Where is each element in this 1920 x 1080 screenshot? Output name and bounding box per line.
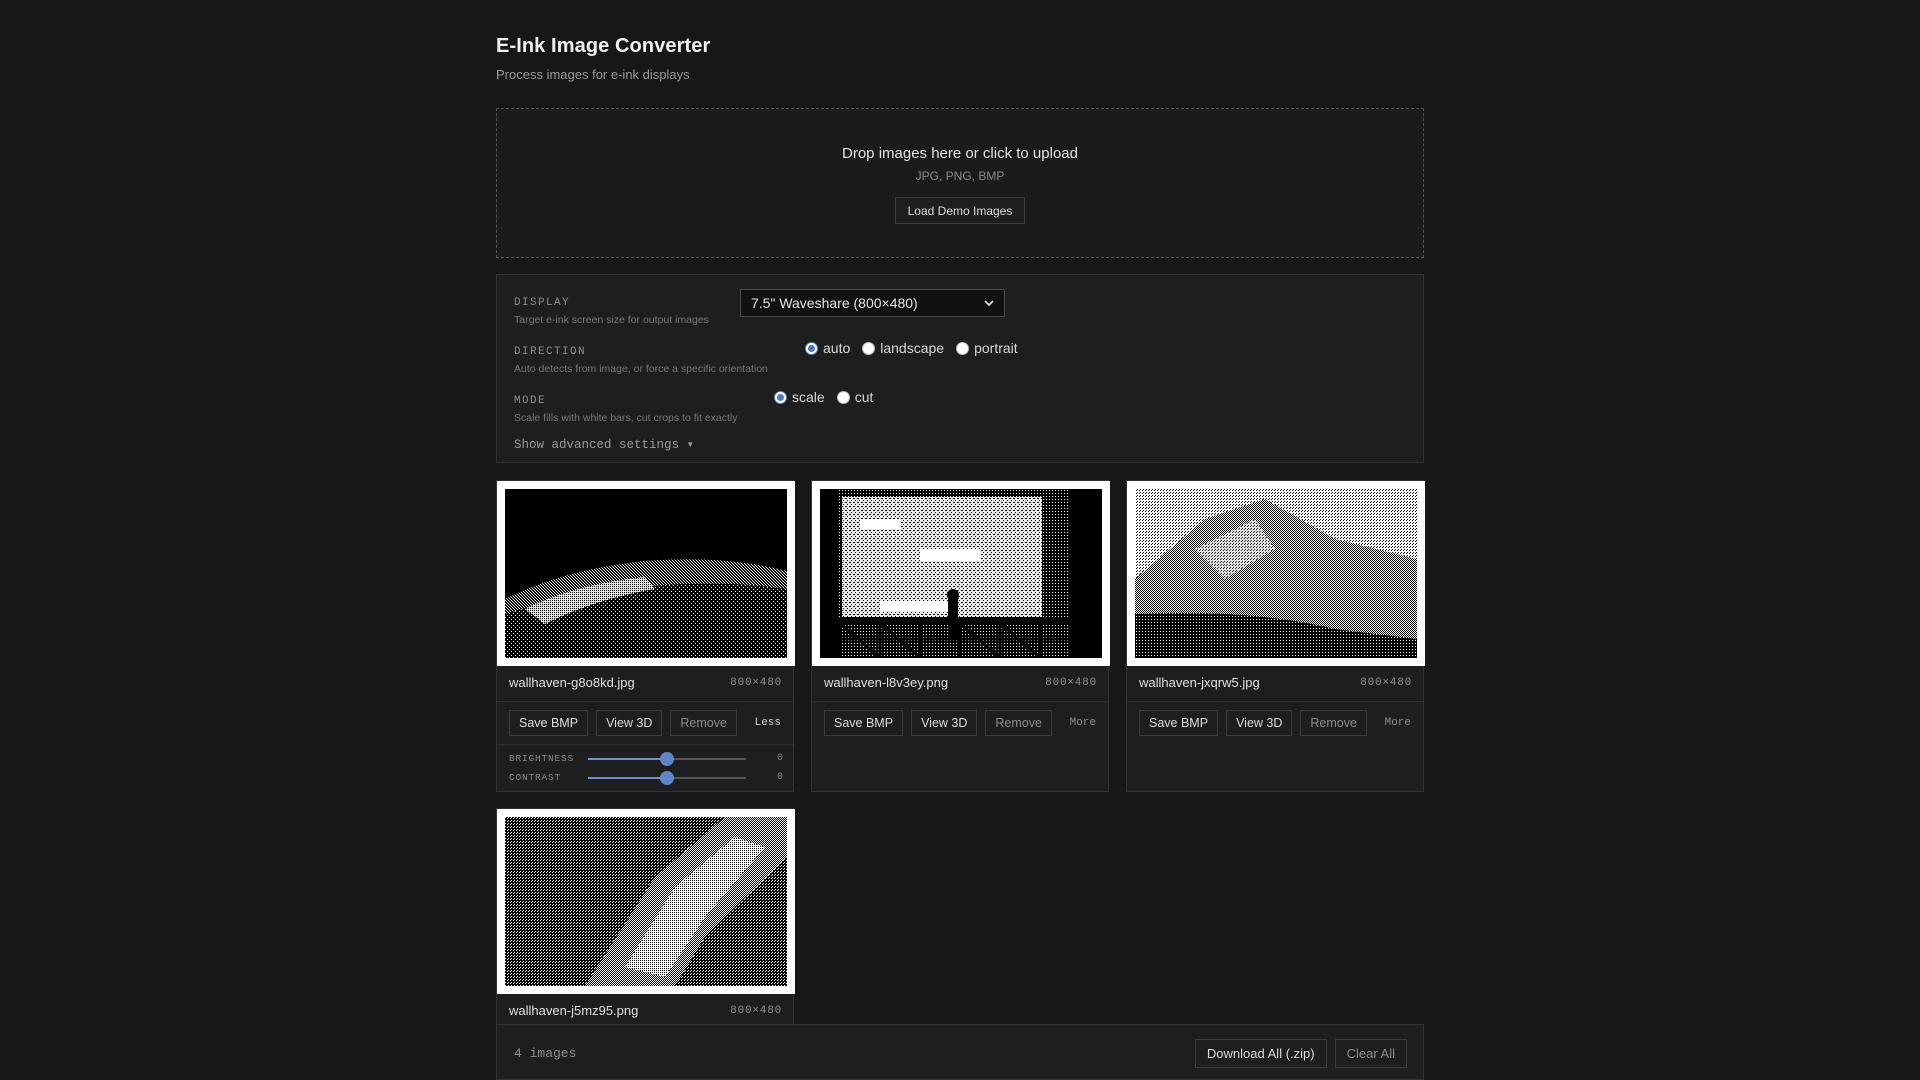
image-filename: wallhaven-l8v3ey.png [824,675,949,690]
direction-description: Auto detects from image, or force a spec… [514,363,768,375]
advanced-settings-toggle[interactable]: Show advanced settings ▾ [514,436,694,452]
image-dimensions: 800×480 [1360,677,1412,689]
image-card: wallhaven-l8v3ey.png 800×480 Save BMP Vi… [811,480,1110,792]
direction-radio-group: auto landscape portrait [805,340,1030,356]
divider [812,701,1108,702]
contrast-label: CONTRAST [509,772,562,783]
image-card: wallhaven-g8o8kd.jpg 800×480 Save BMP Vi… [496,480,795,792]
display-label: DISPLAY [514,297,571,309]
image-dimensions: 800×480 [730,1005,782,1017]
image-dimensions: 800×480 [730,677,782,689]
image-dimensions: 800×480 [1045,677,1097,689]
dropzone-title: Drop images here or click to upload [842,145,1078,162]
remove-button[interactable]: Remove [1300,710,1367,736]
image-card: wallhaven-jxqrw5.jpg 800×480 Save BMP Vi… [1126,480,1425,792]
radio-unchecked-icon [956,341,970,355]
divider [497,701,793,702]
mode-radio-group: scale cut [774,389,885,405]
contrast-slider-fill [588,777,667,779]
image-preview[interactable] [812,481,1110,666]
divider [1127,701,1423,702]
settings-panel: DISPLAY Target e-ink screen size for out… [496,274,1424,463]
image-count: 4 images [514,1046,577,1061]
image-filename: wallhaven-j5mz95.png [509,1003,639,1018]
brightness-slider-thumb[interactable] [660,752,674,766]
contrast-slider[interactable] [588,771,746,785]
image-card: wallhaven-j5mz95.png 800×480 [496,808,795,1038]
display-select-value: 7.5" Waveshare (800×480) [751,295,918,311]
save-bmp-button[interactable]: Save BMP [824,710,904,736]
page-subtitle: Process images for e-ink displays [496,67,690,82]
clear-all-button[interactable]: Clear All [1334,1039,1407,1068]
brightness-value: 0 [776,753,783,764]
display-select[interactable]: 7.5" Waveshare (800×480) [740,289,1005,317]
contrast-slider-thumb[interactable] [660,771,674,785]
mode-radio-cut[interactable]: cut [836,389,873,405]
main-container: E-Ink Image Converter Process images for… [496,0,1425,1080]
mode-label: MODE [514,395,547,407]
direction-label: DIRECTION [514,346,587,358]
direction-radio-landscape[interactable]: landscape [862,340,944,356]
divider [497,744,793,745]
mode-radio-scale[interactable]: scale [774,389,825,405]
upload-dropzone[interactable]: Drop images here or click to upload JPG,… [496,108,1424,258]
brightness-slider-row: BRIGHTNESS 0 [509,751,785,767]
dithered-image-thumbnail [1135,489,1417,658]
direction-radio-auto[interactable]: auto [805,340,850,356]
radio-checked-icon [805,341,818,355]
brightness-label: BRIGHTNESS [509,753,575,764]
radio-unchecked-icon [862,341,876,355]
remove-button[interactable]: Remove [670,710,737,736]
image-filename: wallhaven-jxqrw5.jpg [1139,675,1260,690]
more-toggle[interactable]: More [1070,717,1096,729]
contrast-slider-row: CONTRAST 0 [509,770,785,786]
footer-bar: 4 images Download All (.zip) Clear All [496,1024,1424,1080]
save-bmp-button[interactable]: Save BMP [509,710,589,736]
less-toggle[interactable]: Less [755,717,781,729]
save-bmp-button[interactable]: Save BMP [1139,710,1219,736]
card-actions: Save BMP View 3D Remove [509,710,737,736]
contrast-value: 0 [776,772,783,783]
view-3d-button[interactable]: View 3D [596,710,663,736]
dithered-image-thumbnail [505,489,787,658]
direction-radio-portrait[interactable]: portrait [956,340,1018,356]
image-preview[interactable] [497,481,795,666]
image-preview[interactable] [497,809,795,994]
image-filename: wallhaven-g8o8kd.jpg [509,675,635,690]
radio-checked-icon [774,390,787,404]
image-preview[interactable] [1127,481,1425,666]
dropzone-formats: JPG, PNG, BMP [915,169,1005,183]
card-actions: Save BMP View 3D Remove [1139,710,1367,736]
view-3d-button[interactable]: View 3D [911,710,978,736]
radio-unchecked-icon [836,390,850,404]
remove-button[interactable]: Remove [985,710,1052,736]
dithered-image-thumbnail [505,817,787,986]
page-title: E-Ink Image Converter [496,35,711,57]
display-description: Target e-ink screen size for output imag… [514,314,709,326]
view-3d-button[interactable]: View 3D [1226,710,1293,736]
load-demo-images-button[interactable]: Load Demo Images [895,197,1025,224]
more-toggle[interactable]: More [1385,717,1411,729]
mode-description: Scale fills with white bars, cut crops t… [514,412,738,424]
brightness-slider[interactable] [588,752,746,766]
chevron-down-icon [984,299,994,306]
footer-actions: Download All (.zip) Clear All [1194,1039,1407,1068]
brightness-slider-fill [588,758,667,760]
card-actions: Save BMP View 3D Remove [824,710,1052,736]
download-all-button[interactable]: Download All (.zip) [1194,1039,1327,1068]
dithered-image-thumbnail [820,489,1102,658]
